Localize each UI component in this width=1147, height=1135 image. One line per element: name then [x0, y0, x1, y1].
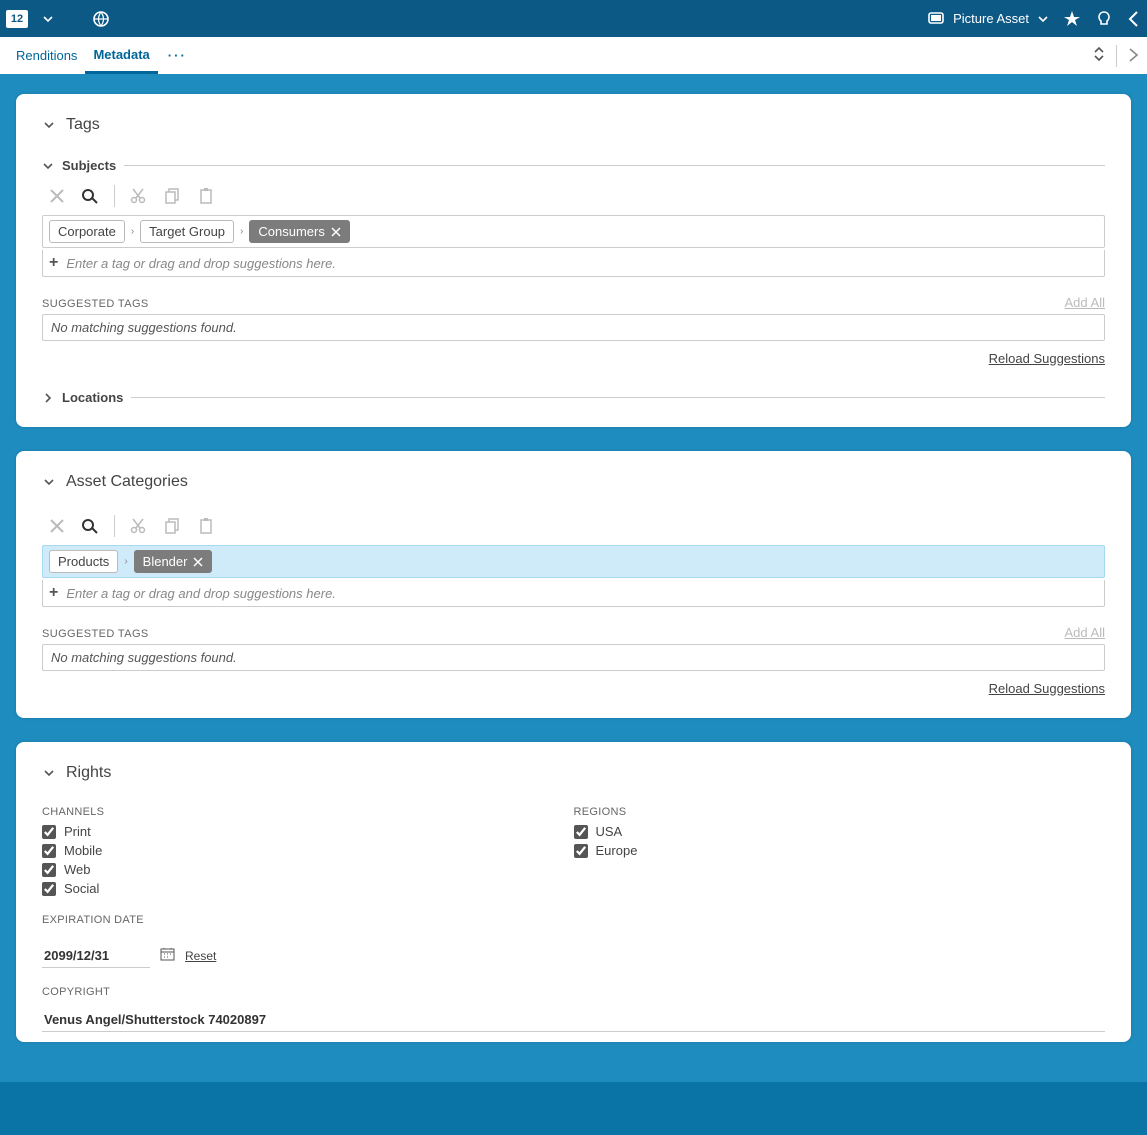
asset-categories-card: Asset Categories Products › Blender + En… [16, 451, 1131, 718]
chevron-down-icon[interactable] [42, 118, 56, 132]
expiration-date-input[interactable] [42, 944, 150, 968]
region-usa[interactable]: USA [574, 824, 1106, 839]
browse-icon[interactable] [80, 185, 102, 207]
divider [124, 165, 1105, 166]
chevron-right-icon: › [240, 226, 243, 237]
asset-type-selector[interactable]: Picture Asset [927, 10, 1049, 28]
chevron-right-icon[interactable] [42, 392, 54, 404]
plus-icon: + [49, 584, 58, 602]
channels-label: CHANNELS [42, 806, 574, 818]
divider [131, 397, 1105, 398]
suggested-tags-label: SUGGESTED TAGS [42, 298, 149, 310]
locations-label: Locations [62, 390, 123, 405]
tag-consumers[interactable]: Consumers [249, 220, 349, 243]
copy-icon[interactable] [161, 185, 183, 207]
tab-metadata[interactable]: Metadata [85, 37, 157, 74]
suggestions-box: No matching suggestions found. [42, 314, 1105, 341]
tag-input-placeholder: Enter a tag or drag and drop suggestions… [66, 256, 336, 271]
suggested-tags-label: SUGGESTED TAGS [42, 628, 149, 640]
tag-blender[interactable]: Blender [134, 550, 213, 573]
add-all-link[interactable]: Add All [1065, 295, 1105, 310]
collapse-chevron-icon[interactable] [1127, 10, 1141, 28]
tag-input-placeholder: Enter a tag or drag and drop suggestions… [66, 586, 336, 601]
regions-label: REGIONS [574, 806, 1106, 818]
region-europe[interactable]: Europe [574, 843, 1106, 858]
reset-link[interactable]: Reset [185, 949, 216, 963]
tag-corporate[interactable]: Corporate [49, 220, 125, 243]
copyright-label: COPYRIGHT [42, 986, 1105, 998]
categories-tag-path[interactable]: Products › Blender [42, 545, 1105, 578]
suggestions-box: No matching suggestions found. [42, 644, 1105, 671]
subjects-tag-path[interactable]: Corporate › Target Group › Consumers [42, 215, 1105, 248]
paste-icon[interactable] [195, 515, 217, 537]
panel-collapse-icon[interactable] [1127, 45, 1141, 66]
channels-list: Print Mobile Web Social [42, 824, 574, 896]
reload-suggestions-link[interactable]: Reload Suggestions [989, 681, 1105, 696]
close-icon[interactable] [46, 515, 68, 537]
rights-card: Rights CHANNELS Print Mobile Web Social … [16, 742, 1131, 1042]
more-tabs-icon[interactable]: ··· [158, 48, 197, 63]
expiration-label: EXPIRATION DATE [42, 914, 1105, 926]
locale-switch-icon[interactable] [92, 10, 110, 28]
channel-web[interactable]: Web [42, 862, 574, 877]
plus-icon: + [49, 254, 58, 272]
tag-target-group[interactable]: Target Group [140, 220, 234, 243]
separator [114, 185, 115, 207]
regions-list: USA Europe [574, 824, 1106, 858]
content-area: Tags Subjects Corporate › Target Group ›… [0, 74, 1147, 1082]
dropdown-chevron-icon[interactable] [42, 13, 54, 25]
tags-title: Tags [66, 116, 100, 134]
close-icon[interactable] [46, 185, 68, 207]
chevron-right-icon: › [131, 226, 134, 237]
calendar-icon[interactable] [160, 948, 175, 964]
add-all-link[interactable]: Add All [1065, 625, 1105, 640]
expand-collapse-icon[interactable] [1092, 45, 1106, 66]
paste-icon[interactable] [195, 185, 217, 207]
categories-tag-input[interactable]: + Enter a tag or drag and drop suggestio… [42, 580, 1105, 607]
chevron-down-icon[interactable] [42, 160, 54, 172]
tags-card: Tags Subjects Corporate › Target Group ›… [16, 94, 1131, 427]
asset-type-label: Picture Asset [953, 11, 1029, 26]
tab-renditions[interactable]: Renditions [8, 37, 85, 74]
remove-tag-icon[interactable] [331, 227, 341, 237]
rights-title: Rights [66, 764, 111, 782]
chevron-down-icon[interactable] [42, 475, 56, 489]
channel-social[interactable]: Social [42, 881, 574, 896]
remove-tag-icon[interactable] [193, 557, 203, 567]
categories-toolbar [42, 515, 1105, 537]
separator [114, 515, 115, 537]
channel-mobile[interactable]: Mobile [42, 843, 574, 858]
subjects-label: Subjects [62, 158, 116, 173]
app-logo-icon: 12 [6, 10, 28, 28]
top-bar: 12 Picture Asset [0, 0, 1147, 37]
chevron-right-icon: › [124, 556, 127, 567]
lightbulb-icon[interactable] [1095, 10, 1113, 28]
tag-products[interactable]: Products [49, 550, 118, 573]
copy-icon[interactable] [161, 515, 183, 537]
monitor-icon [927, 10, 945, 28]
copyright-input[interactable] [42, 1008, 1105, 1032]
channel-print[interactable]: Print [42, 824, 574, 839]
subjects-tag-input[interactable]: + Enter a tag or drag and drop suggestio… [42, 250, 1105, 277]
asset-categories-title: Asset Categories [66, 473, 188, 491]
star-icon[interactable] [1063, 10, 1081, 28]
tab-bar: Renditions Metadata ··· [0, 37, 1147, 74]
reload-suggestions-link[interactable]: Reload Suggestions [989, 351, 1105, 366]
cut-icon[interactable] [127, 185, 149, 207]
chevron-down-icon[interactable] [42, 766, 56, 780]
browse-icon[interactable] [80, 515, 102, 537]
subjects-toolbar [42, 185, 1105, 207]
cut-icon[interactable] [127, 515, 149, 537]
